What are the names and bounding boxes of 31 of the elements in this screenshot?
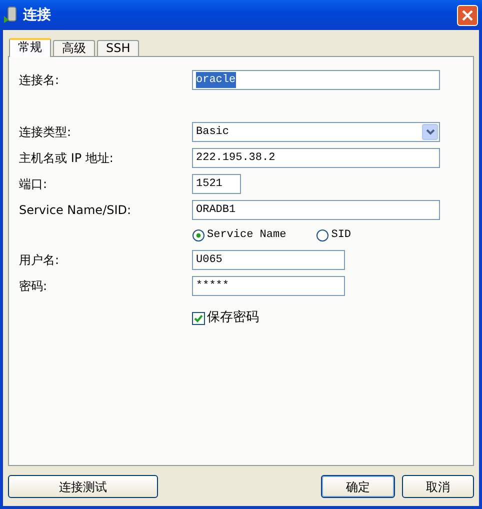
save-password-checkbox[interactable]: 保存密码 bbox=[192, 308, 259, 328]
tab[interactable]: SSH bbox=[97, 40, 140, 56]
input-field[interactable]: 1521 bbox=[192, 174, 241, 194]
connection-type-dropdown[interactable]: Basic bbox=[192, 122, 440, 142]
field-label: 密码: bbox=[19, 278, 48, 295]
field-label: 连接类型: bbox=[19, 124, 72, 141]
input-field[interactable]: 222.195.38.2 bbox=[192, 148, 440, 168]
input-field[interactable]: ORADB1 bbox=[192, 200, 440, 220]
window-title: 连接 bbox=[23, 6, 51, 24]
checkbox-icon[interactable] bbox=[192, 312, 205, 324]
cancel-button[interactable]: 取消 bbox=[402, 475, 474, 498]
close-icon bbox=[462, 10, 473, 20]
app-icon bbox=[3, 6, 19, 24]
radio-option[interactable]: Service Name bbox=[192, 226, 286, 244]
input-field[interactable]: U065 bbox=[192, 250, 345, 270]
ok-button[interactable]: 确定 bbox=[321, 475, 395, 498]
field-label: Service Name/SID: bbox=[19, 202, 132, 219]
tab[interactable]: 高级 bbox=[53, 40, 95, 56]
close-button[interactable] bbox=[457, 4, 478, 26]
radio-option[interactable]: SID bbox=[316, 226, 352, 244]
chevron-down-icon bbox=[426, 129, 434, 135]
radio-icon[interactable] bbox=[316, 228, 330, 242]
field-label: 用户名: bbox=[19, 252, 60, 269]
test-connection-button[interactable]: 连接测试 bbox=[8, 475, 158, 498]
input-field[interactable]: oracle bbox=[192, 70, 440, 90]
field-label: 端口: bbox=[19, 176, 48, 193]
tab[interactable]: 常规 bbox=[9, 38, 51, 57]
field-label: 连接名: bbox=[19, 72, 60, 89]
field-label: 主机名或 IP 地址: bbox=[19, 150, 114, 167]
radio-icon[interactable] bbox=[192, 228, 205, 242]
input-field[interactable]: ***** bbox=[192, 276, 345, 296]
